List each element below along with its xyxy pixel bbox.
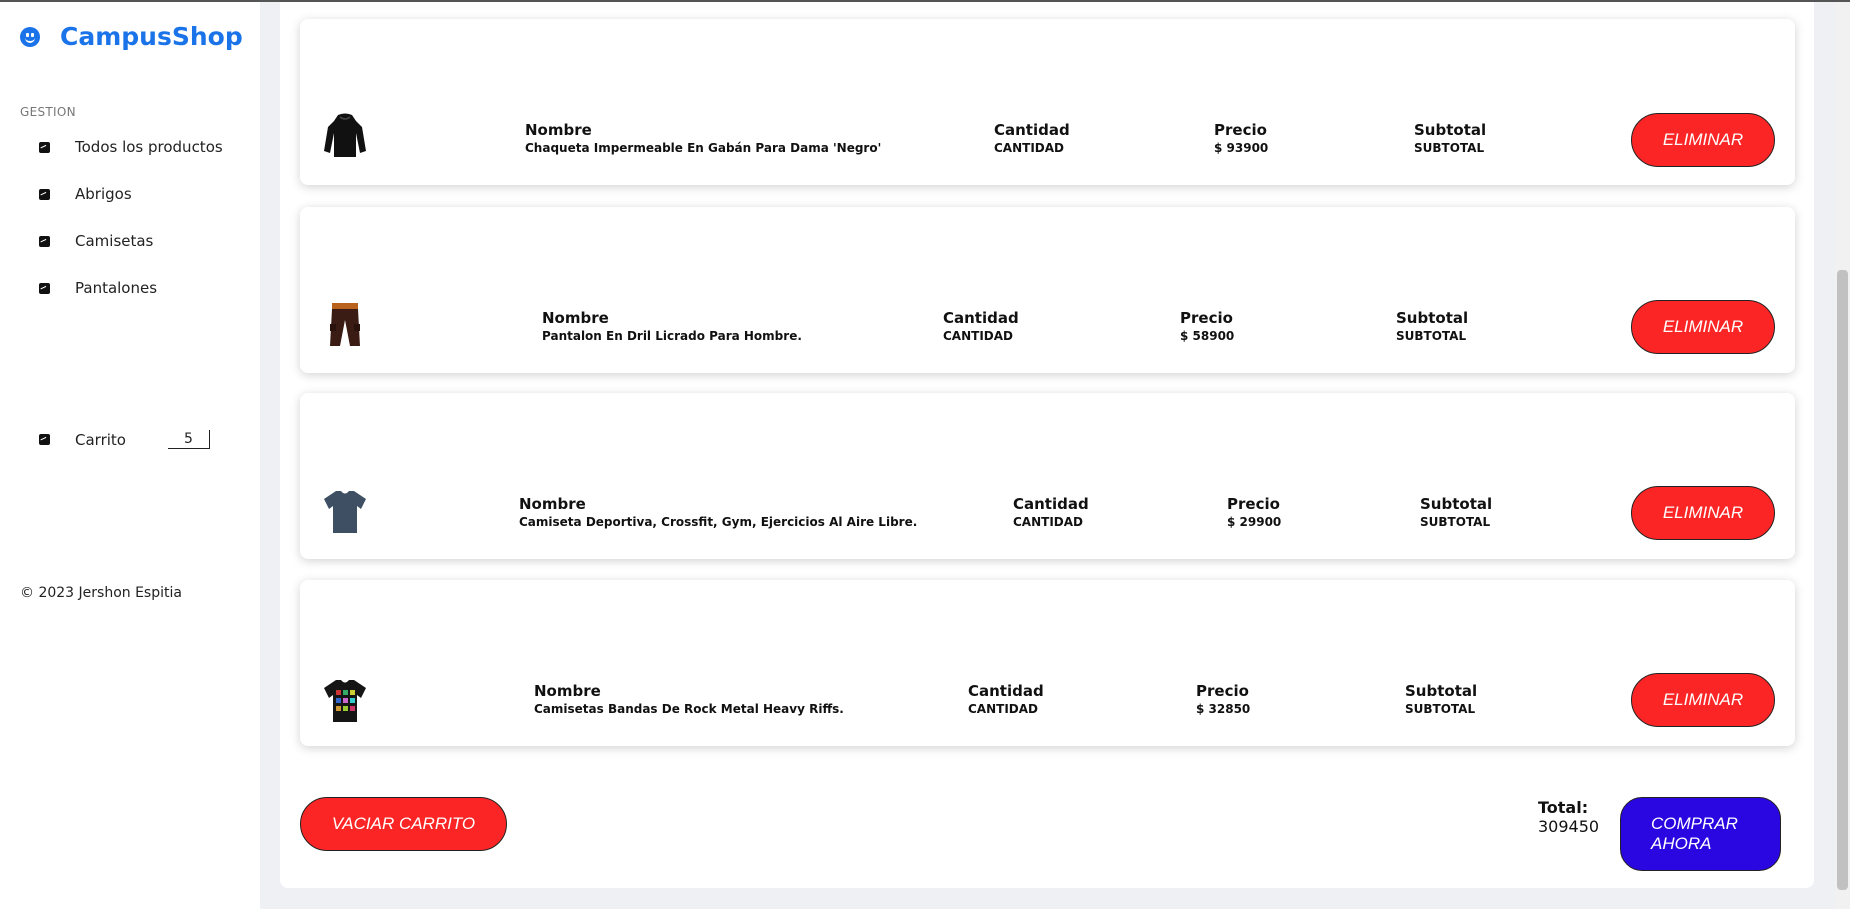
sidebar-item-label: Pantalones: [75, 279, 158, 297]
sidebar-item-pantalones[interactable]: Pantalones: [39, 279, 157, 297]
name-header: Nombre: [525, 121, 592, 139]
buy-now-button[interactable]: COMPRAR AHORA: [1620, 797, 1781, 871]
name-header: Nombre: [542, 309, 609, 327]
subtotal-value: SUBTOTAL: [1405, 702, 1476, 716]
page-scrollbar[interactable]: [1835, 2, 1850, 909]
remove-item-button[interactable]: ELIMINAR: [1631, 113, 1775, 167]
sidebar-item-carrito[interactable]: Carrito 5: [39, 430, 210, 449]
price-header: Precio: [1196, 682, 1249, 700]
sidebar-item-all-products[interactable]: Todos los productos: [39, 138, 223, 156]
price-header: Precio: [1227, 495, 1280, 513]
chart-icon: [39, 141, 50, 153]
chart-icon: [39, 434, 50, 445]
buy-label-line2: AHORA: [1651, 834, 1712, 853]
brand-name: CampusShop: [60, 22, 243, 51]
total-label: Total:: [1538, 798, 1589, 817]
sidebar-item-label: Todos los productos: [75, 138, 223, 156]
jacket-thumbnail: [324, 113, 366, 157]
product-name: Pantalon En Dril Licrado Para Hombre.: [542, 329, 802, 343]
subtotal-header: Subtotal: [1420, 495, 1493, 513]
subtotal-value: SUBTOTAL: [1420, 515, 1491, 529]
quantity-header: Cantidad: [994, 121, 1070, 139]
quantity-value: CANTIDAD: [968, 702, 1038, 716]
price-value: $ 58900: [1180, 329, 1235, 343]
quantity-column: Cantidad CANTIDAD: [1013, 495, 1089, 529]
total-value: 309450: [1538, 817, 1600, 836]
pants-thumbnail: [330, 303, 360, 346]
price-column: Precio $ 29900: [1227, 495, 1281, 529]
chart-icon: [39, 188, 50, 200]
price-column: Precio $ 58900: [1180, 309, 1234, 343]
name-header: Nombre: [534, 682, 601, 700]
quantity-value: CANTIDAD: [1013, 515, 1083, 529]
price-value: $ 93900: [1214, 141, 1269, 155]
sidebar-item-label: Camisetas: [75, 232, 154, 250]
subtotal-header: Subtotal: [1414, 121, 1487, 139]
remove-item-button[interactable]: ELIMINAR: [1631, 486, 1775, 540]
chart-icon: [39, 282, 50, 294]
price-column: Precio $ 93900: [1214, 121, 1268, 155]
subtotal-header: Subtotal: [1405, 682, 1478, 700]
price-column: Precio $ 32850: [1196, 682, 1250, 716]
cart-item-card: Nombre Pantalon En Dril Licrado Para Hom…: [300, 207, 1795, 373]
product-name: Camiseta Deportiva, Crossfit, Gym, Ejerc…: [519, 515, 918, 529]
name-column: Nombre Camiseta Deportiva, Crossfit, Gym…: [519, 495, 917, 529]
buy-label-line1: COMPRAR: [1651, 814, 1738, 833]
name-column: Nombre Chaqueta Impermeable En Gabán Par…: [525, 121, 881, 155]
cart-total: Total: 309450: [1538, 798, 1599, 836]
sidebar: CampusShop GESTION Todos los productos A…: [0, 2, 260, 909]
price-value: $ 32850: [1196, 702, 1251, 716]
footer-copyright: © 2023 Jershon Espitia: [20, 585, 182, 601]
sidebar-item-abrigos[interactable]: Abrigos: [39, 185, 132, 203]
section-label: GESTION: [20, 105, 76, 119]
product-name: Camisetas Bandas De Rock Metal Heavy Rif…: [534, 702, 844, 716]
quantity-column: Cantidad CANTIDAD: [994, 121, 1070, 155]
quantity-column: Cantidad CANTIDAD: [943, 309, 1019, 343]
subtotal-value: SUBTOTAL: [1396, 329, 1467, 343]
subtotal-header: Subtotal: [1396, 309, 1469, 327]
cart-item-card: Nombre Camisetas Bandas De Rock Metal He…: [300, 580, 1795, 746]
scrollbar-thumb[interactable]: [1837, 270, 1848, 890]
name-column: Nombre Pantalon En Dril Licrado Para Hom…: [542, 309, 802, 343]
name-header: Nombre: [519, 495, 586, 513]
remove-item-button[interactable]: ELIMINAR: [1631, 673, 1775, 727]
cart-item-card: Nombre Camiseta Deportiva, Crossfit, Gym…: [300, 393, 1795, 559]
price-header: Precio: [1214, 121, 1267, 139]
sidebar-item-camisetas[interactable]: Camisetas: [39, 232, 153, 250]
price-value: $ 29900: [1227, 515, 1282, 529]
quantity-column: Cantidad CANTIDAD: [968, 682, 1044, 716]
clear-cart-button[interactable]: VACIAR CARRITO: [300, 797, 507, 851]
band-tshirt-thumbnail: [324, 680, 366, 722]
brand[interactable]: CampusShop: [20, 22, 243, 51]
quantity-header: Cantidad: [968, 682, 1044, 700]
price-header: Precio: [1180, 309, 1233, 327]
subtotal-column: Subtotal SUBTOTAL: [1405, 682, 1477, 716]
tshirt-thumbnail: [324, 491, 366, 533]
quantity-header: Cantidad: [1013, 495, 1089, 513]
quantity-header: Cantidad: [943, 309, 1019, 327]
remove-item-button[interactable]: ELIMINAR: [1631, 300, 1775, 354]
cart-count-badge: 5: [167, 430, 210, 449]
subtotal-column: Subtotal SUBTOTAL: [1396, 309, 1468, 343]
quantity-value: CANTIDAD: [994, 141, 1064, 155]
sidebar-item-label: Carrito: [75, 430, 126, 449]
subtotal-value: SUBTOTAL: [1414, 141, 1485, 155]
product-name: Chaqueta Impermeable En Gabán Para Dama …: [525, 141, 882, 155]
subtotal-column: Subtotal SUBTOTAL: [1420, 495, 1492, 529]
name-column: Nombre Camisetas Bandas De Rock Metal He…: [534, 682, 844, 716]
smiley-logo-icon: [20, 26, 40, 47]
cart-item-card: Nombre Chaqueta Impermeable En Gabán Par…: [300, 19, 1795, 185]
subtotal-column: Subtotal SUBTOTAL: [1414, 121, 1486, 155]
quantity-value: CANTIDAD: [943, 329, 1013, 343]
sidebar-item-label: Abrigos: [75, 185, 132, 203]
chart-icon: [39, 235, 50, 247]
